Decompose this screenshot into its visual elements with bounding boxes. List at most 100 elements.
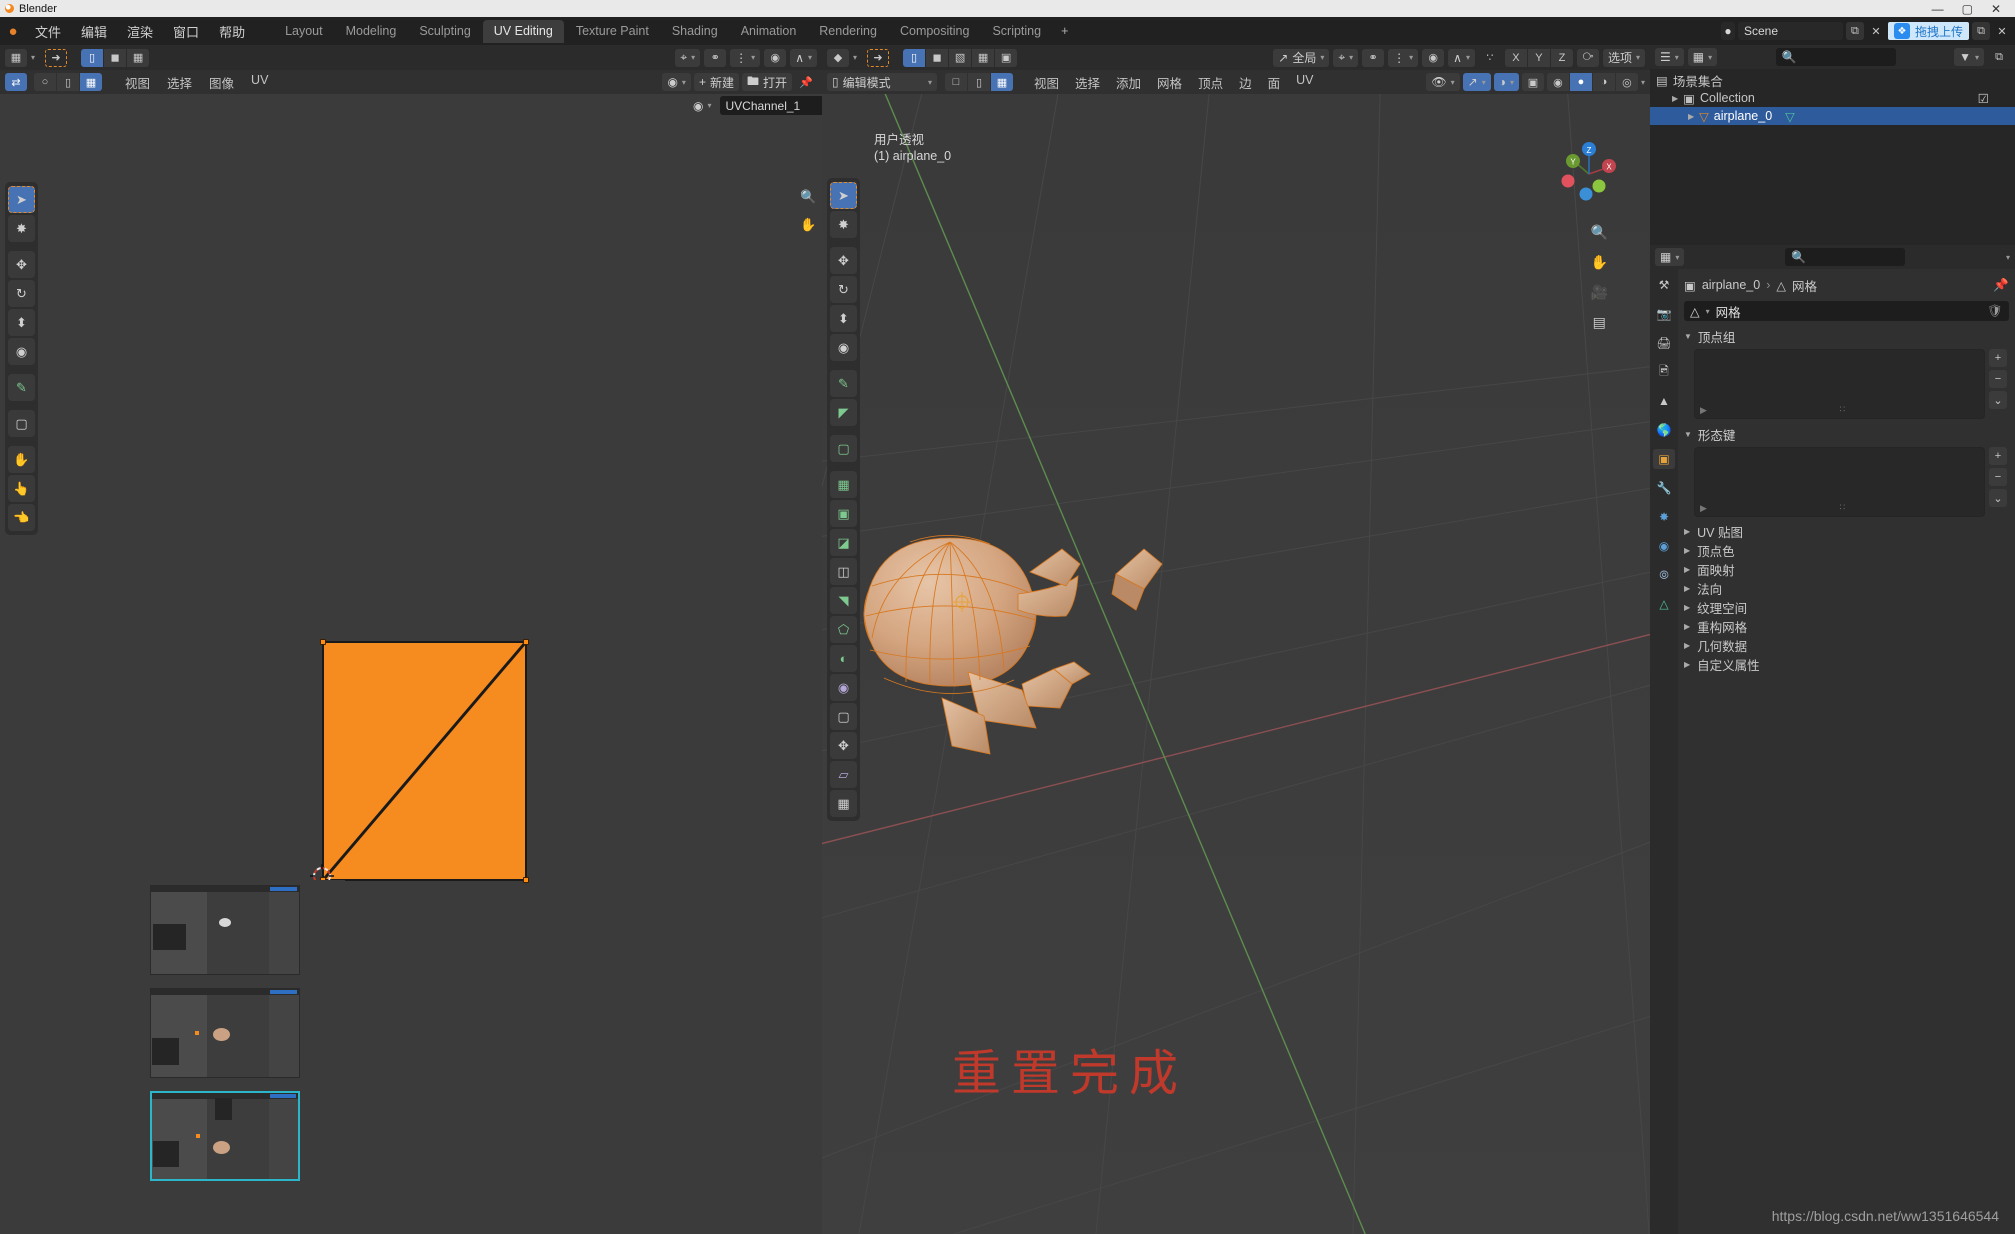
mesh-datablock-field[interactable]: △ ▾ 网格 🛡 <box>1684 301 2009 321</box>
symmetry-axis-x[interactable]: X <box>1504 48 1527 67</box>
uv-face-quad[interactable] <box>320 639 529 883</box>
tweak-select-tool-icon[interactable]: ➜ <box>45 48 68 67</box>
shading-solid[interactable]: ● <box>1569 73 1592 91</box>
uv-editor-type-icon[interactable]: ▦ <box>5 48 27 67</box>
shrink-fatten-tool[interactable]: ✥ <box>830 732 857 759</box>
select-mode-invert[interactable]: ▦ <box>972 48 995 67</box>
mesh-data-icon[interactable]: ▽ <box>1785 109 1795 124</box>
workspace-tab-scripting[interactable]: Scripting <box>981 20 1052 43</box>
main-menu-item-1[interactable]: 编辑 <box>72 19 116 44</box>
move-tool[interactable]: ✥ <box>8 251 35 278</box>
modifier-properties-tab[interactable]: 🔧 <box>1653 478 1675 498</box>
cursor-tool[interactable]: ✸ <box>830 211 857 238</box>
screenshot-thumbnail-3[interactable] <box>150 1091 300 1181</box>
expand-triangle-icon[interactable]: ▶ <box>1688 112 1694 121</box>
workspace-tab-+[interactable]: + <box>1053 20 1076 42</box>
loop-cut-tool[interactable]: ◫ <box>830 558 857 585</box>
workspace-tab-shading[interactable]: Shading <box>661 20 729 43</box>
workspace-tab-texture-paint[interactable]: Texture Paint <box>565 20 660 43</box>
scene-properties-tab[interactable]: ▲ <box>1653 391 1675 411</box>
uv-select-mode-face[interactable]: ▦ <box>127 48 150 67</box>
poly-build-tool[interactable]: ⬠ <box>830 616 857 643</box>
baidu-netdisk-upload-chip[interactable]: ❖ 拖拽上传 <box>1887 22 1969 40</box>
rip-region-tool[interactable]: ▢ <box>8 410 35 437</box>
zoom-icon[interactable]: 🔍 <box>800 189 816 205</box>
outliner-display-mode-icon[interactable]: ☰ ▾ <box>1655 48 1684 66</box>
section-triangle-icon[interactable]: ▶ <box>1684 546 1690 555</box>
fake-user-shield-icon[interactable]: 🛡 <box>1987 304 2003 319</box>
transform-tool[interactable]: ◉ <box>830 334 857 361</box>
render-properties-tab[interactable]: 📷 <box>1653 304 1675 324</box>
output-properties-tab[interactable]: 🖨 <box>1653 333 1675 353</box>
topology-mirror-icon[interactable]: ⧂ <box>1576 48 1599 67</box>
workspace-tab-rendering[interactable]: Rendering <box>808 20 888 43</box>
interaction-mode-dropdown[interactable]: ▯ 编辑模式 ▾ <box>827 73 937 91</box>
pin-icon[interactable]: 📌 <box>1993 278 2009 293</box>
smooth-tool[interactable]: ◉ <box>830 674 857 701</box>
navigation-gizmo[interactable]: Z Y X <box>1554 136 1624 206</box>
collection-checkbox[interactable]: ☑ <box>1978 91 1989 106</box>
viewport-proportional-editing-icon[interactable]: ◉ <box>1422 48 1445 67</box>
outliner-row-airplane_0[interactable]: ▶ ▽ airplane_0 ▽ <box>1650 107 2015 125</box>
relax-tool[interactable]: 👆 <box>8 475 35 502</box>
object-data-properties-tab[interactable]: △ <box>1653 594 1675 614</box>
scale-tool[interactable]: ⬍ <box>8 309 35 336</box>
list-remove-button[interactable]: − <box>1989 370 2007 388</box>
properties-section-8[interactable]: ▶ 几何数据 <box>1684 636 2009 655</box>
funnel-filter-icon[interactable]: ▼ ▾ <box>1954 48 1984 66</box>
filter-id-icon[interactable]: ▦ ▾ <box>1687 48 1718 66</box>
xray-toggle-icon[interactable]: ▣ <box>1521 73 1544 91</box>
main-menu-item-3[interactable]: 窗口 <box>164 19 208 44</box>
image-browse-icon[interactable]: ◉ ▾ <box>662 73 691 91</box>
section-triangle-icon[interactable]: ▶ <box>1684 603 1690 612</box>
scale-tool[interactable]: ⬍ <box>830 305 857 332</box>
window-minimize-button[interactable]: — <box>1932 2 1944 16</box>
object-constraint-properties-tab[interactable]: ⦾ <box>1653 565 1675 585</box>
tweak-select-tool[interactable]: ➤ <box>830 182 857 209</box>
properties-search-input[interactable]: 🔍 <box>1785 248 1906 266</box>
hand-pan-icon[interactable]: ✋ <box>1591 254 1608 271</box>
new-collection-icon[interactable]: ⧉ <box>1988 48 2010 66</box>
screenshot-thumbnail-2[interactable] <box>150 988 300 1078</box>
main-menu-item-4[interactable]: 帮助 <box>210 19 254 44</box>
workspace-tab-animation[interactable]: Animation <box>730 20 808 43</box>
list-menu-button[interactable]: ⌄ <box>1989 391 2007 409</box>
workspace-tab-sculpting[interactable]: Sculpting <box>408 20 481 43</box>
pinch-tool[interactable]: 👈 <box>8 504 35 531</box>
toggle-perspective-icon[interactable]: ▤ <box>1593 314 1606 331</box>
mesh-options-dropdown[interactable]: 选项 ▾ <box>1602 48 1645 67</box>
cursor-tool[interactable]: ✸ <box>8 215 35 242</box>
select-mode-subtract[interactable]: ▧ <box>949 48 972 67</box>
uv-canvas[interactable]: ◉ ▾ UVChannel_1 ➤ ✸ ✥ ↻ ⬍ ◉ ✎ ▢ ✋ 👆 👈 🔍 ✋ <box>0 94 822 1234</box>
list-menu-button[interactable]: ⌄ <box>1989 489 2007 507</box>
properties-section-9[interactable]: ▶ 自定义属性 <box>1684 655 2009 674</box>
measure-tool[interactable]: ◤ <box>830 399 857 426</box>
uv-proportional-editing-icon[interactable]: ◉ <box>764 48 787 67</box>
uv-snap-target-icon[interactable]: ⋮ ▾ <box>730 48 761 67</box>
overlays-icon[interactable]: ◑ ▾ <box>1493 73 1519 91</box>
select-mode-set[interactable]: ▯ <box>903 48 926 67</box>
workspace-tab-uv-editing[interactable]: UV Editing <box>482 19 564 43</box>
move-tool[interactable]: ✥ <box>830 247 857 274</box>
section-triangle-icon[interactable]: ▼ <box>1684 332 1692 341</box>
viewport-menu-4[interactable]: 顶点 <box>1191 71 1230 94</box>
scene-name-field[interactable]: Scene <box>1737 22 1843 40</box>
uv-image-datablock-icon[interactable]: ◉ ▾ <box>688 96 717 115</box>
uv-snap-magnet-icon[interactable]: ⚭ <box>704 48 727 67</box>
spin-tool[interactable]: ◐ <box>830 645 857 672</box>
rip-region-tool[interactable]: ▦ <box>830 790 857 817</box>
viewport-canvas[interactable]: ➤ ✸ ✥ ↻ ⬍ ◉ ✎ ◤ ▢ ▦ ▣ ◪ ◫ ◥ ⬠ ◐ ◉ ▢ ✥ ▱ … <box>822 94 1650 1234</box>
airplane-mesh-object[interactable] <box>822 94 1650 1234</box>
uv-vertex[interactable] <box>523 639 529 645</box>
breadcrumb-mesh[interactable]: 网格 <box>1792 276 1817 295</box>
viewport-menu-7[interactable]: UV <box>1289 71 1320 94</box>
physics-properties-tab[interactable]: ◉ <box>1653 536 1675 556</box>
transform-orientation-dropdown[interactable]: ↗ 全局 ▾ <box>1273 48 1330 67</box>
viewport-snap-target-icon[interactable]: ⋮ ▾ <box>1388 48 1419 67</box>
uv-select-mode-edge[interactable]: ◼ <box>104 48 127 67</box>
window-maximize-button[interactable]: ▢ <box>1962 2 1973 16</box>
bevel-tool[interactable]: ◪ <box>830 529 857 556</box>
uv-vertex[interactable] <box>523 877 529 883</box>
workspace-tab-compositing[interactable]: Compositing <box>889 20 980 43</box>
workspace-tab-modeling[interactable]: Modeling <box>335 20 408 43</box>
